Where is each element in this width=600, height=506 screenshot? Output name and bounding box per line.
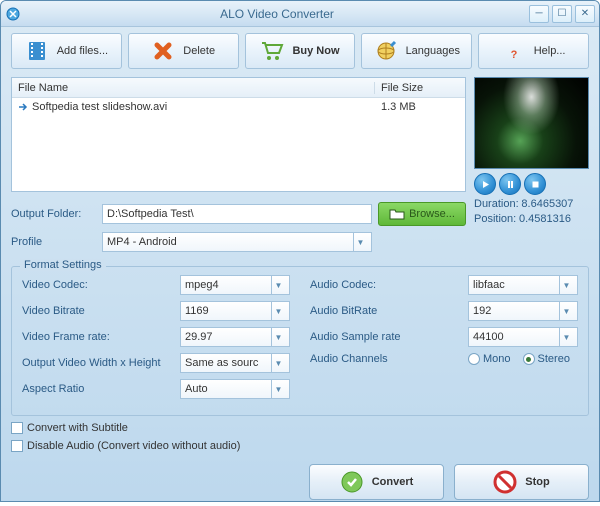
chevron-down-icon: ▼ bbox=[271, 302, 285, 320]
profile-select[interactable]: MP4 - Android ▼ bbox=[102, 232, 372, 252]
output-folder-row: Output Folder: Browse... bbox=[11, 202, 466, 226]
buy-now-button[interactable]: Buy Now bbox=[245, 33, 356, 69]
chevron-down-icon: ▼ bbox=[271, 354, 285, 372]
file-name: Softpedia test slideshow.avi bbox=[32, 101, 167, 113]
video-bitrate-label: Video Bitrate bbox=[22, 305, 174, 317]
video-framerate-label: Video Frame rate: bbox=[22, 331, 174, 343]
convert-label: Convert bbox=[372, 476, 414, 488]
file-size: 1.3 MB bbox=[375, 101, 465, 113]
chevron-down-icon: ▼ bbox=[559, 276, 573, 294]
output-folder-input[interactable] bbox=[102, 204, 372, 224]
languages-icon bbox=[374, 39, 398, 63]
audio-codec-label: Audio Codec: bbox=[310, 279, 462, 291]
profile-value: MP4 - Android bbox=[107, 236, 177, 248]
format-settings-legend: Format Settings bbox=[20, 259, 106, 271]
col-filesize[interactable]: File Size bbox=[375, 82, 465, 94]
minimize-button[interactable]: ─ bbox=[529, 5, 549, 23]
chevron-down-icon: ▼ bbox=[271, 328, 285, 346]
disable-audio-check[interactable]: Disable Audio (Convert video without aud… bbox=[11, 440, 589, 452]
action-buttons: Convert Stop bbox=[11, 464, 589, 500]
checkbox-icon bbox=[11, 440, 23, 452]
browse-label: Browse... bbox=[409, 208, 455, 220]
audio-sample-select[interactable]: 44100▼ bbox=[468, 327, 578, 347]
stop-button[interactable]: Stop bbox=[454, 464, 589, 500]
window-controls: ─ ☐ ✕ bbox=[529, 5, 595, 23]
convert-button[interactable]: Convert bbox=[309, 464, 444, 500]
play-button[interactable] bbox=[474, 173, 496, 195]
middle-row: File Name File Size Softpedia test slide… bbox=[11, 77, 589, 258]
folder-icon bbox=[389, 207, 405, 221]
chevron-down-icon: ▼ bbox=[353, 233, 367, 251]
stop-icon bbox=[493, 470, 517, 494]
close-button[interactable]: ✕ bbox=[575, 5, 595, 23]
convert-icon bbox=[340, 470, 364, 494]
video-codec-select[interactable]: mpeg4▼ bbox=[180, 275, 290, 295]
film-icon bbox=[25, 39, 49, 63]
convert-subtitle-label: Convert with Subtitle bbox=[27, 422, 128, 434]
file-area: File Name File Size Softpedia test slide… bbox=[11, 77, 466, 258]
add-files-button[interactable]: Add files... bbox=[11, 33, 122, 69]
help-label: Help... bbox=[534, 45, 566, 57]
table-row[interactable]: Softpedia test slideshow.avi 1.3 MB bbox=[12, 98, 465, 116]
arrow-icon bbox=[18, 102, 28, 112]
maximize-button[interactable]: ☐ bbox=[552, 5, 572, 23]
add-files-label: Add files... bbox=[57, 45, 108, 57]
app-window: ALO Video Converter ─ ☐ ✕ Add files... D… bbox=[0, 0, 600, 502]
output-folder-label: Output Folder: bbox=[11, 208, 96, 220]
cart-icon bbox=[260, 39, 284, 63]
chevron-down-icon: ▼ bbox=[271, 380, 285, 398]
help-button[interactable]: ? Help... bbox=[478, 33, 589, 69]
preview-thumbnail bbox=[474, 77, 589, 169]
aspect-ratio-select[interactable]: Auto▼ bbox=[180, 379, 290, 399]
radio-icon bbox=[523, 353, 535, 365]
video-bitrate-select[interactable]: 1169▼ bbox=[180, 301, 290, 321]
video-framerate-select[interactable]: 29.97▼ bbox=[180, 327, 290, 347]
buy-now-label: Buy Now bbox=[292, 45, 339, 57]
languages-button[interactable]: Languages bbox=[361, 33, 472, 69]
output-wh-label: Output Video Width x Height bbox=[22, 357, 174, 369]
audio-bitrate-label: Audio BitRate bbox=[310, 305, 462, 317]
playback-controls bbox=[474, 173, 589, 195]
delete-button[interactable]: Delete bbox=[128, 33, 239, 69]
window-title: ALO Video Converter bbox=[25, 7, 529, 21]
chevron-down-icon: ▼ bbox=[271, 276, 285, 294]
app-icon bbox=[5, 6, 21, 22]
pause-button[interactable] bbox=[499, 173, 521, 195]
duration-info: Duration: 8.6465307 bbox=[474, 198, 589, 210]
audio-channels-label: Audio Channels bbox=[310, 353, 462, 365]
profile-row: Profile MP4 - Android ▼ bbox=[11, 232, 466, 252]
disable-audio-label: Disable Audio (Convert video without aud… bbox=[27, 440, 240, 452]
browse-button[interactable]: Browse... bbox=[378, 202, 466, 226]
col-filename[interactable]: File Name bbox=[12, 82, 375, 94]
stop-label: Stop bbox=[525, 476, 549, 488]
chevron-down-icon: ▼ bbox=[559, 302, 573, 320]
audio-sample-label: Audio Sample rate bbox=[310, 331, 462, 343]
chevron-down-icon: ▼ bbox=[559, 328, 573, 346]
toolbar: Add files... Delete Buy Now Languages ? … bbox=[11, 33, 589, 69]
position-info: Position: 0.4581316 bbox=[474, 213, 589, 225]
delete-label: Delete bbox=[183, 45, 215, 57]
convert-subtitle-check[interactable]: Convert with Subtitle bbox=[11, 422, 589, 434]
video-codec-label: Video Codec: bbox=[22, 279, 174, 291]
help-icon: ? bbox=[502, 39, 526, 63]
format-settings-group: Format Settings Video Codec:mpeg4▼ Video… bbox=[11, 266, 589, 416]
profile-label: Profile bbox=[11, 236, 96, 248]
file-list[interactable]: File Name File Size Softpedia test slide… bbox=[11, 77, 466, 192]
languages-label: Languages bbox=[406, 45, 460, 57]
svg-text:?: ? bbox=[510, 49, 517, 61]
preview-area: Duration: 8.6465307 Position: 0.4581316 bbox=[474, 77, 589, 258]
file-list-header: File Name File Size bbox=[12, 78, 465, 98]
aspect-ratio-label: Aspect Ratio bbox=[22, 383, 174, 395]
audio-bitrate-select[interactable]: 192▼ bbox=[468, 301, 578, 321]
content: Add files... Delete Buy Now Languages ? … bbox=[1, 27, 599, 506]
audio-codec-select[interactable]: libfaac▼ bbox=[468, 275, 578, 295]
checkbox-icon bbox=[11, 422, 23, 434]
radio-icon bbox=[468, 353, 480, 365]
output-wh-select[interactable]: Same as sourc▼ bbox=[180, 353, 290, 373]
stop-playback-button[interactable] bbox=[524, 173, 546, 195]
titlebar: ALO Video Converter ─ ☐ ✕ bbox=[1, 1, 599, 27]
mono-radio[interactable]: Mono bbox=[468, 353, 511, 365]
stereo-radio[interactable]: Stereo bbox=[523, 353, 570, 365]
delete-icon bbox=[151, 39, 175, 63]
